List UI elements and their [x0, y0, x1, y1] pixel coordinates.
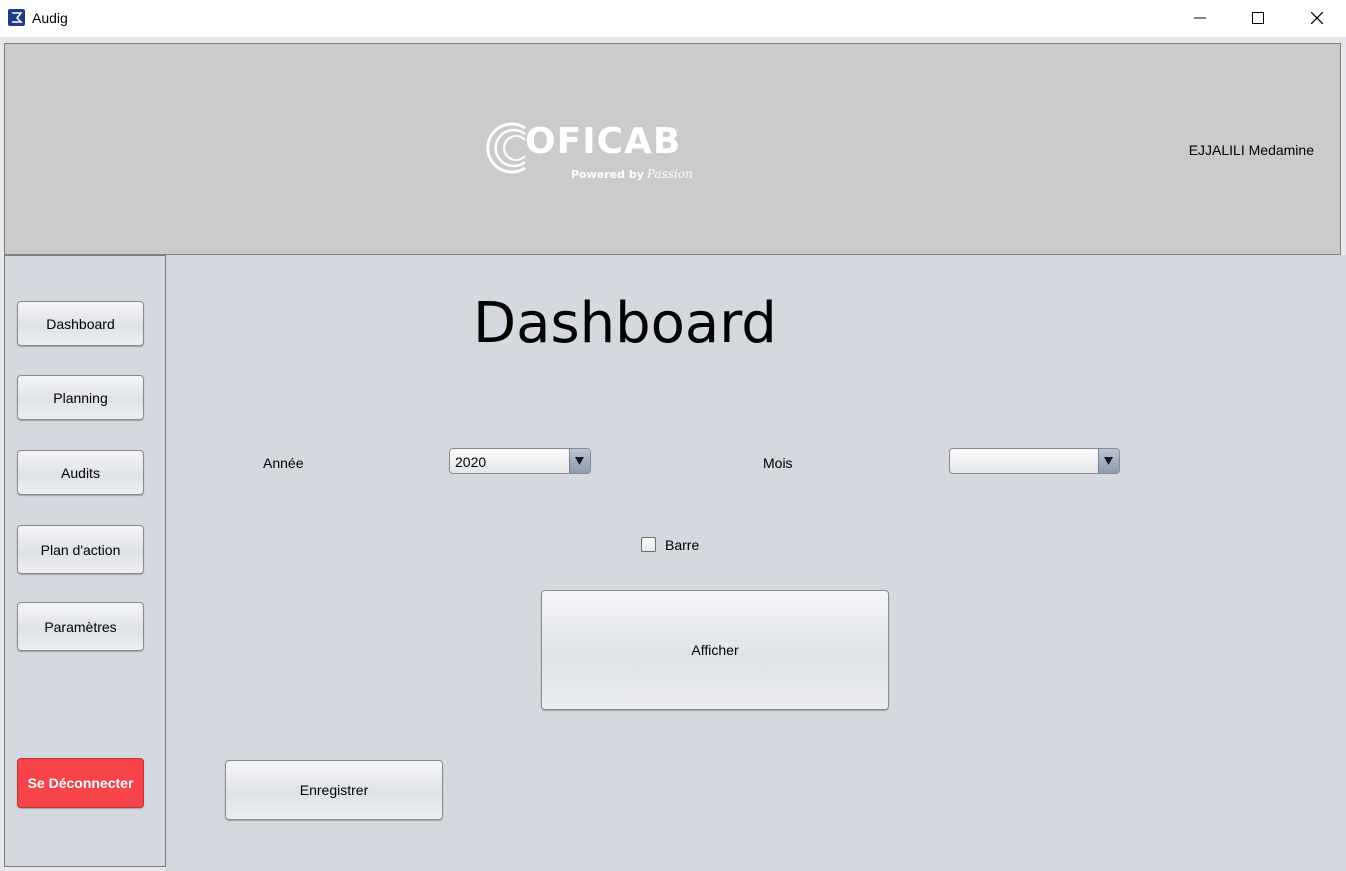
minimize-button[interactable] [1171, 0, 1229, 37]
page-title: Dashboard [473, 291, 777, 356]
sidebar: Dashboard Planning Audits Plan d'action … [4, 255, 166, 867]
app-icon [8, 9, 25, 26]
maximize-icon [1252, 12, 1264, 24]
barre-checkbox-label: Barre [665, 537, 700, 553]
save-button[interactable]: Enregistrer [225, 760, 443, 820]
main-content: Dashboard Année 2020 Mois Barre Afficher… [166, 255, 1346, 871]
sidebar-item-parametres[interactable]: Paramètres [17, 602, 144, 651]
logo-wordmark: OFICAB [525, 121, 682, 162]
minimize-icon [1194, 17, 1206, 19]
close-icon [1311, 12, 1323, 24]
sidebar-item-audits[interactable]: Audits [17, 450, 144, 495]
barre-checkbox[interactable] [641, 537, 656, 552]
sidebar-item-dashboard[interactable]: Dashboard [17, 301, 144, 346]
logo-tagline: Powered by Passion [571, 167, 693, 181]
chevron-down-icon[interactable] [1098, 449, 1119, 473]
year-label: Année [263, 455, 304, 471]
month-label: Mois [763, 455, 793, 471]
chevron-down-icon[interactable] [569, 449, 590, 473]
show-button[interactable]: Afficher [541, 590, 889, 710]
maximize-button[interactable] [1229, 0, 1287, 37]
company-logo: OFICAB Powered by Passion [481, 116, 721, 186]
header-banner: OFICAB Powered by Passion EJJALILI Medami… [4, 43, 1341, 255]
year-select-value: 2020 [455, 454, 487, 470]
month-select[interactable] [949, 448, 1120, 474]
sidebar-item-plan-action[interactable]: Plan d'action [17, 525, 144, 574]
year-select[interactable]: 2020 [449, 448, 591, 474]
sidebar-item-planning[interactable]: Planning [17, 375, 144, 420]
logout-button[interactable]: Se Déconnecter [17, 758, 144, 808]
window-title-bar: Audig [0, 0, 1346, 37]
window-title: Audig [32, 10, 68, 26]
user-name: EJJALILI Medamine [1188, 142, 1314, 158]
close-button[interactable] [1288, 0, 1346, 37]
